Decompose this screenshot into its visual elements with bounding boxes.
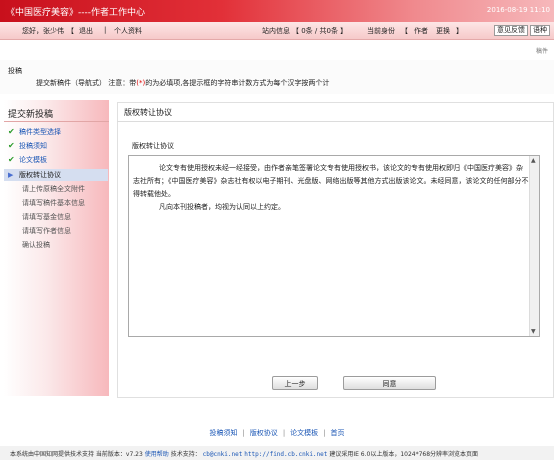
step-item-template[interactable]: ✔ 论文模板 [8,155,108,167]
greeting-text: 您好，张少伟 [22,27,64,35]
step-item-author-info: 请填写作者信息 [8,226,122,238]
tech-support-label: 技术支持： [170,451,201,458]
separator: | [104,26,107,34]
language-button[interactable]: 语种 [530,25,550,36]
step-item-confirm: 确认投稿 [8,240,122,252]
profile-link[interactable]: 个人资料 [114,26,142,36]
app-title: 《中国医疗美容》----作者工作中心 [6,8,145,18]
check-icon: ✔ [8,141,15,150]
sidebar-title: 提交新投稿 [8,110,54,120]
footer-links: 投稿须知 | 版权协议 | 论文模板 | 首页 [0,428,554,438]
logout-link[interactable]: 退出 [79,26,93,36]
prev-step-button[interactable]: 上一步 [272,376,318,390]
step-label: 请填写基金信息 [22,213,71,221]
sidebar-divider [4,121,109,122]
current-step-arrow-icon: ▶ [8,171,14,179]
step-label: 请上传原稿全文附件 [22,185,85,193]
page-title: 版权转让协议 [124,108,172,117]
separator: | [323,429,326,437]
separator: | [282,429,286,437]
agreement-paragraph: 凡向本刊投稿者，均视为认同以上约定。 [159,203,285,211]
messages-link[interactable]: 站内信息 [262,26,290,36]
footer-link-template[interactable]: 论文模板 [290,429,318,437]
step-label: 论文模板 [19,156,47,164]
message-count: 【 0条 / 共0条 】 [292,27,348,35]
step-item-type-select[interactable]: ✔ 稿件类型选择 [8,127,108,139]
notice-note-rest: 的为必填项,各提示框的字符串计数方式为每个汉字按两个计 [145,79,330,87]
agreement-content: 论文专有使用授权未经一经接受，由作者亲笔签署论文专有使用授权书，该论文的专有使用… [133,162,529,214]
support-email-link[interactable]: cb@cnki.net [203,451,243,458]
step-item-guidelines[interactable]: ✔ 投稿须知 [8,141,108,153]
step-label: 版权转让协议 [19,171,61,179]
textarea-scrollbar[interactable]: ▲ ▼ [529,156,539,336]
scroll-down-icon[interactable]: ▼ [531,328,536,335]
step-item-upload: 请上传原稿全文附件 [8,184,122,196]
agreement-textarea[interactable]: 论文专有使用授权未经一经接受，由作者亲笔签署论文专有使用授权书，该论文的专有使用… [128,155,540,337]
step-item-basic-info: 请填写稿件基本信息 [8,198,122,210]
role-label: 当前身份 [367,27,395,35]
agreement-paragraph: 论文专有使用授权未经一经接受，由作者亲笔签署论文专有使用授权书，该论文的专有使用… [133,164,529,198]
step-label: 请填写作者信息 [22,227,71,235]
step-label: 确认投稿 [22,241,50,249]
footer-link-copyright[interactable]: 版权协议 [250,429,278,437]
support-text: 本系统由中国知网提供技术支持 当前版本：v7.23 [10,451,143,458]
step-label: 请填写稿件基本信息 [22,199,85,207]
notice-text: 提交新稿件（导航式） 注意：带(*)的为必填项,各提示框的字符串计数方式为每个汉… [36,78,329,88]
notice-panel [0,60,554,94]
site-url-link[interactable]: http://find.cb.cnki.net [244,451,327,458]
step-label: 稿件类型选择 [19,128,61,136]
role-bracket-open: 【 [401,27,408,35]
manuscript-link[interactable]: 稿件 [536,46,548,55]
footer-link-guidelines[interactable]: 投稿须知 [209,429,237,437]
required-mark: (*) [136,79,146,87]
notice-prefix: 提交新稿件（导航式） [36,79,106,87]
switch-role-link[interactable]: 更换 [436,26,450,36]
step-item-fund-info: 请填写基金信息 [8,212,122,224]
step-item-copyright[interactable]: ▶ 版权转让协议 [4,169,108,181]
notice-note-label: 注意：带 [108,79,137,87]
scroll-up-icon[interactable]: ▲ [531,157,536,164]
check-icon: ✔ [8,155,15,164]
user-bar: 您好，张少伟 【 退出 | 个人资料 站内信息 【 0条 / 共0条 】 当前身… [0,22,554,40]
separator: | [242,429,245,437]
help-link[interactable]: 使用帮助 [145,451,169,458]
current-role: 作者 [414,27,428,35]
role-bracket-close: 】 [456,27,463,35]
current-datetime: 2016-08-19 11:10 [486,6,550,14]
footer-link-home[interactable]: 首页 [331,429,345,437]
footer-info: 本系统由中国知网提供技术支持 当前版本：v7.23 使用帮助 技术支持： cb@… [10,449,478,458]
logout-bracket: 【 [67,27,74,35]
top-banner: 《中国医疗美容》----作者工作中心 2016-08-19 11:10 [0,0,554,22]
feedback-button[interactable]: 意见反馈 [494,25,528,36]
check-icon: ✔ [8,127,15,136]
main-divider [117,121,553,122]
step-label: 投稿须知 [19,142,47,150]
notice-title: 投稿 [8,67,22,75]
agreement-subtitle: 版权转让协议 [132,142,174,150]
agree-button[interactable]: 同意 [343,376,436,390]
browser-note: 建议采用IE 6.0以上版本，1024*768分辨率浏览本页面 [329,451,479,458]
